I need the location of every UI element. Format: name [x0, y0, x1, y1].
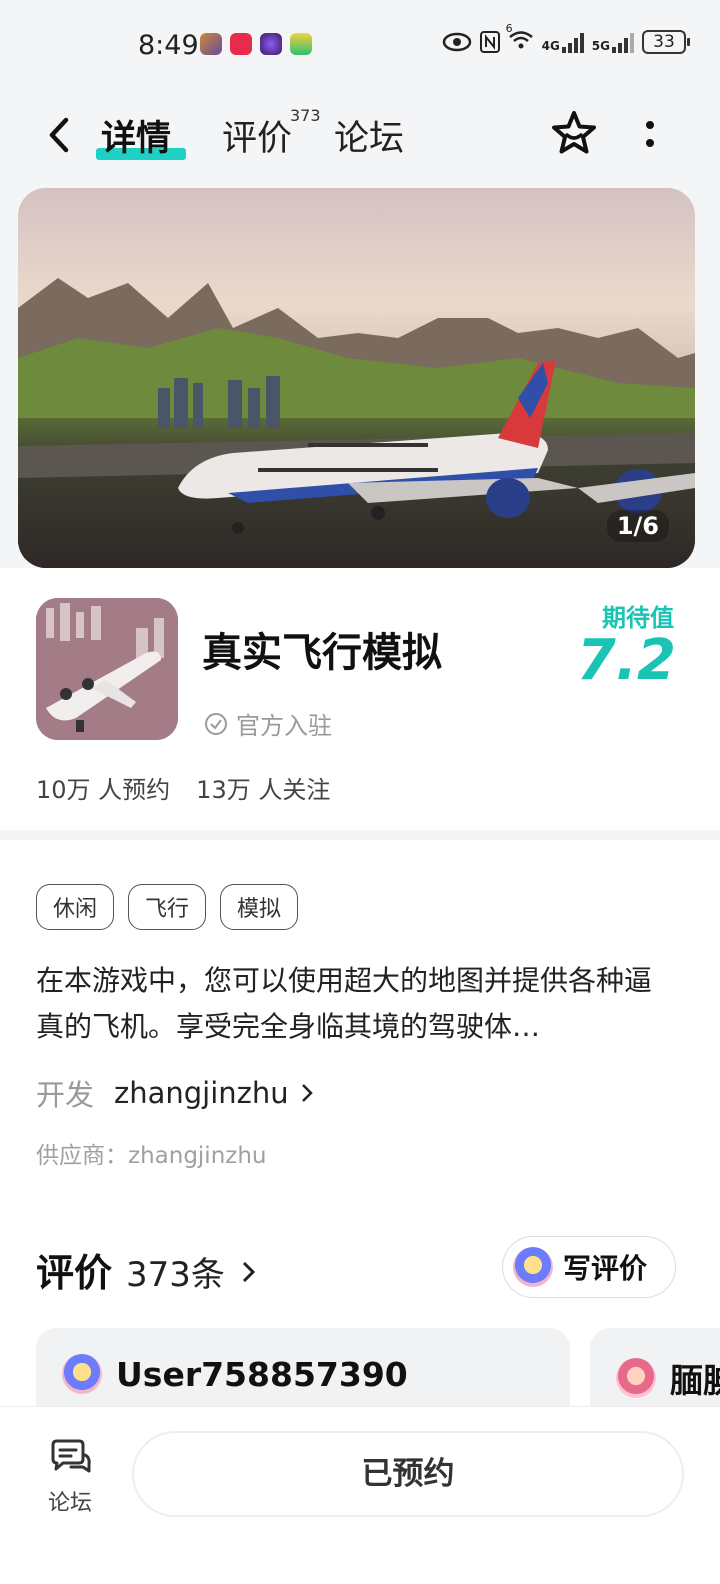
wifi-icon: 6	[506, 22, 534, 54]
reviewer-name: 腼腆	[670, 1361, 720, 1400]
reviews-count: 373条	[126, 1255, 225, 1295]
signal-4g-icon: 4G	[542, 31, 584, 53]
app-notification-icon	[290, 33, 312, 55]
reserved-button[interactable]: 已预约	[132, 1431, 684, 1517]
app-notification-icon	[200, 33, 222, 55]
app-stats: 10万 人预约 13万 人关注	[36, 770, 330, 805]
app-notification-icon	[230, 33, 252, 55]
forum-button[interactable]: 论坛	[40, 1437, 100, 1517]
tag-item[interactable]: 飞行	[128, 884, 207, 930]
top-nav: 详情 评价 373 论坛	[0, 100, 720, 170]
user-avatar	[513, 1247, 553, 1287]
chevron-right-icon	[242, 1261, 256, 1283]
carousel-counter: 1/6	[606, 510, 669, 542]
eye-icon	[442, 32, 471, 52]
screenshot-carousel[interactable]: 1/6	[18, 188, 695, 568]
reviewer-avatar	[62, 1354, 102, 1394]
developer-row[interactable]: 开发 zhangjinzhu	[36, 1072, 315, 1114]
forum-label: 论坛	[47, 1491, 92, 1516]
app-title: 真实飞行模拟	[202, 630, 442, 676]
official-label: 官方入驻	[236, 712, 332, 740]
nfc-icon	[479, 31, 500, 53]
write-review-label: 写评价	[563, 1252, 648, 1285]
chevron-right-icon	[301, 1084, 313, 1102]
forum-chat-icon	[51, 1439, 91, 1473]
tab-forum[interactable]: 论坛	[334, 110, 404, 161]
tag-item[interactable]: 模拟	[220, 884, 299, 930]
app-notification-icon	[260, 33, 282, 55]
game-description[interactable]: 在本游戏中，您可以使用超大的地图并提供各种逼真的飞机。享受完全身临其境的驾驶体…	[36, 958, 666, 1050]
rating-value: 7.2	[576, 628, 676, 693]
reviewer-name: User758857390	[116, 1354, 408, 1394]
signal-5g-icon: 5G	[592, 31, 634, 53]
review-user: 腼腆	[616, 1354, 720, 1402]
app-icon	[36, 598, 178, 740]
back-arrow-icon[interactable]	[40, 110, 80, 160]
review-user: User758857390	[62, 1354, 408, 1394]
developer-label: 开发	[36, 1078, 95, 1112]
tag-list: 休闲 飞行 模拟	[36, 884, 299, 930]
developer-name[interactable]: zhangjinzhu	[114, 1076, 289, 1110]
reviewer-avatar	[616, 1358, 656, 1398]
status-time: 8:49	[138, 30, 199, 61]
reviews-count-badge: 373	[290, 106, 321, 125]
tab-reviews[interactable]: 评价	[222, 110, 292, 161]
reservations-count: 10万 人预约	[36, 776, 171, 804]
airplane-screenshot-image	[18, 188, 695, 568]
tag-item[interactable]: 休闲	[36, 884, 115, 930]
tab-detail[interactable]: 详情	[101, 110, 171, 161]
bottom-action-bar: 论坛 已预约	[0, 1406, 720, 1584]
app-info-card: 真实飞行模拟 官方入驻 期待值 7.2 10万 人预约 13万 人关注	[0, 568, 720, 830]
notification-icons	[200, 33, 312, 55]
check-circle-icon	[205, 712, 227, 735]
write-review-button[interactable]: 写评价	[502, 1236, 676, 1298]
official-badge: 官方入驻	[204, 706, 332, 741]
supplier-info: 供应商：zhangjinzhu	[36, 1143, 267, 1169]
favorite-star-icon[interactable]	[548, 108, 600, 160]
more-options-icon[interactable]	[640, 116, 660, 156]
reviews-header[interactable]: 评价 373条	[36, 1242, 259, 1297]
status-bar: 8:49 6 4G 5G 33	[0, 0, 720, 92]
reviews-heading: 评价	[36, 1251, 113, 1295]
battery-indicator: 33	[642, 30, 690, 54]
app-detail-page: 8:49 6 4G 5G 33 详情 评价 373 论坛 1/6 真实飞行模拟 …	[0, 0, 720, 1584]
system-icons: 6 4G 5G 33	[442, 22, 690, 54]
followers-count: 13万 人关注	[196, 776, 331, 804]
